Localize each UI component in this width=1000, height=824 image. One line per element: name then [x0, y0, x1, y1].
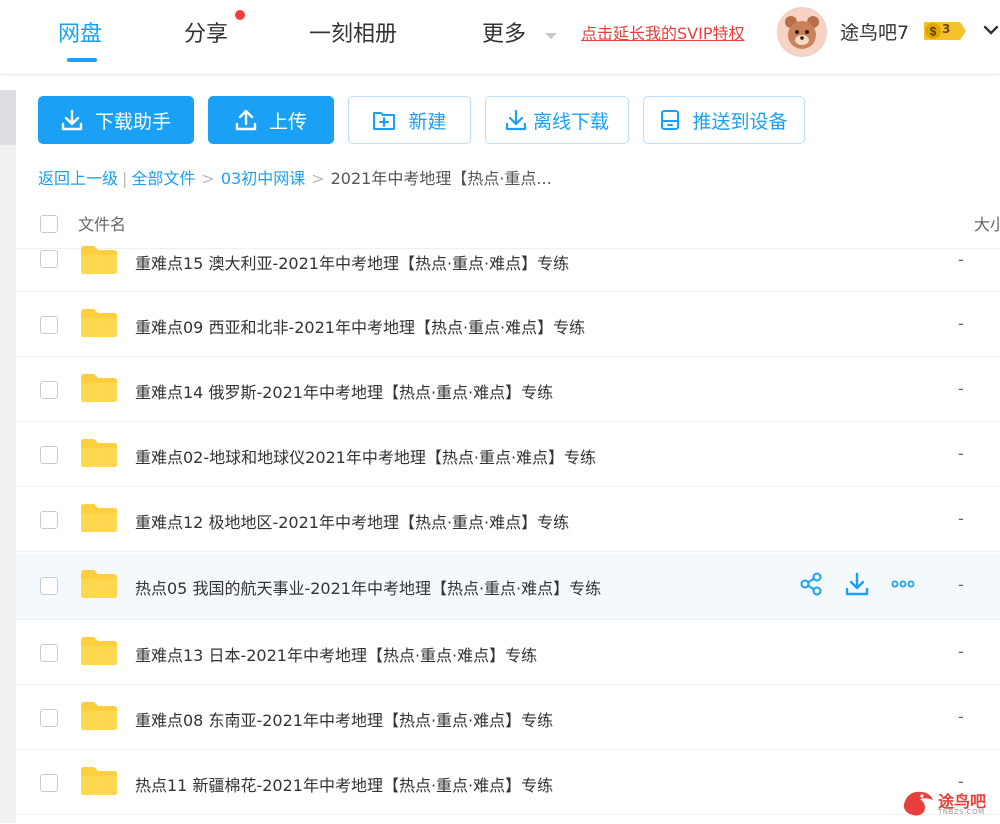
file-size: -: [958, 314, 964, 333]
folder-icon: [80, 245, 118, 279]
row-checkbox[interactable]: [40, 446, 58, 464]
file-row[interactable]: 热点11 新疆棉花-2021年中考地理【热点·重点·难点】专练 -: [16, 750, 1000, 815]
folder-icon: [80, 503, 118, 537]
share-icon[interactable]: [798, 571, 824, 597]
file-row-hovered[interactable]: 热点05 我国的航天事业-2021年中考地理【热点·重点·难点】专练 -: [16, 553, 1000, 620]
file-row[interactable]: 重难点12 极地地区-2021年中考地理【热点·重点·难点】专练 -: [16, 487, 1000, 552]
file-name[interactable]: 热点05 我国的航天事业-2021年中考地理【热点·重点·难点】专练: [135, 575, 601, 599]
nav-active-indicator: [67, 58, 97, 62]
breadcrumb-chevron-icon: >: [311, 169, 325, 188]
device-icon: [660, 109, 680, 131]
folder-icon: [80, 636, 118, 670]
download-helper-button[interactable]: 下载助手: [38, 96, 194, 144]
folder-icon: [80, 701, 118, 735]
breadcrumb-current: 2021年中考地理【热点·重点...: [330, 169, 552, 188]
file-name[interactable]: 热点11 新疆棉花-2021年中考地理【热点·重点·难点】专练: [135, 772, 553, 796]
file-name[interactable]: 重难点14 俄罗斯-2021年中考地理【热点·重点·难点】专练: [135, 379, 553, 403]
row-checkbox[interactable]: [40, 644, 58, 662]
breadcrumb-divider: |: [122, 169, 128, 188]
watermark-subtext: TNBZS.COM: [938, 808, 985, 816]
download-helper-label: 下载助手: [94, 110, 171, 133]
upload-button[interactable]: 上传: [208, 96, 334, 144]
file-row[interactable]: 重难点02-地球和地球仪2021年中考地理【热点·重点·难点】专练 -: [16, 422, 1000, 487]
nav-tab-share[interactable]: 分享: [184, 16, 228, 48]
folder-icon: [80, 569, 118, 603]
row-checkbox[interactable]: [40, 316, 58, 334]
nav-tab-netdisk[interactable]: 网盘: [58, 16, 102, 48]
row-checkbox[interactable]: [40, 511, 58, 529]
nav-tab-more[interactable]: 更多: [482, 16, 526, 48]
notification-dot: [235, 10, 245, 20]
upload-icon: [235, 109, 257, 131]
file-row[interactable]: 重难点08 东南亚-2021年中考地理【热点·重点·难点】专练 -: [16, 685, 1000, 750]
file-size: -: [958, 444, 964, 463]
username[interactable]: 途鸟吧7: [840, 18, 909, 45]
more-options-icon[interactable]: [890, 571, 916, 597]
user-menu-chevron-icon[interactable]: [983, 22, 999, 41]
row-checkbox[interactable]: [40, 709, 58, 727]
avatar[interactable]: [777, 7, 827, 57]
file-name[interactable]: 重难点15 澳大利亚-2021年中考地理【热点·重点·难点】专练: [135, 250, 569, 274]
bird-logo-icon: [903, 791, 933, 816]
folder-icon: [80, 308, 118, 342]
file-list: 重难点15 澳大利亚-2021年中考地理【热点·重点·难点】专练 - 重难点09…: [16, 225, 1000, 823]
offline-download-icon: [505, 109, 527, 131]
row-checkbox[interactable]: [40, 774, 58, 792]
breadcrumb-all-files-link[interactable]: 全部文件: [131, 169, 195, 188]
folder-icon: [80, 766, 118, 800]
watermark: 途鸟吧 TNBZS.COM: [900, 786, 996, 820]
file-size: -: [958, 707, 964, 726]
row-checkbox[interactable]: [40, 577, 58, 595]
svip-extend-link[interactable]: 点击延长我的SVIP特权: [581, 20, 744, 44]
file-row[interactable]: 重难点13 日本-2021年中考地理【热点·重点·难点】专练 -: [16, 620, 1000, 685]
upload-label: 上传: [268, 110, 307, 133]
breadcrumb-back-link[interactable]: 返回上一级: [38, 169, 118, 188]
file-name[interactable]: 重难点13 日本-2021年中考地理【热点·重点·难点】专练: [135, 642, 537, 666]
file-name[interactable]: 重难点02-地球和地球仪2021年中考地理【热点·重点·难点】专练: [135, 444, 596, 468]
breadcrumb-folder-link[interactable]: 03初中网课: [221, 169, 305, 188]
download-icon: [61, 109, 83, 131]
file-size: -: [958, 379, 964, 398]
file-row[interactable]: 重难点09 西亚和北非-2021年中考地理【热点·重点·难点】专练 -: [16, 292, 1000, 357]
file-name[interactable]: 重难点08 东南亚-2021年中考地理【热点·重点·难点】专练: [135, 707, 553, 731]
folder-icon: [80, 438, 118, 472]
breadcrumb-chevron-icon: >: [201, 169, 215, 188]
row-actions: [798, 571, 916, 597]
file-row[interactable]: 重难点14 俄罗斯-2021年中考地理【热点·重点·难点】专练 -: [16, 357, 1000, 422]
file-row[interactable]: 重难点15 澳大利亚-2021年中考地理【热点·重点·难点】专练 -: [16, 225, 1000, 292]
new-folder-label: 新建: [408, 110, 447, 133]
file-size: -: [958, 509, 964, 528]
breadcrumb: 返回上一级 | 全部文件 >03初中网课 >2021年中考地理【热点·重点...: [38, 165, 552, 189]
file-name[interactable]: 重难点12 极地地区-2021年中考地理【热点·重点·难点】专练: [135, 509, 569, 533]
nav-tab-album[interactable]: 一刻相册: [309, 16, 397, 48]
bear-avatar-icon: [779, 9, 825, 55]
chevron-down-icon[interactable]: [543, 26, 559, 45]
download-icon[interactable]: [844, 571, 870, 597]
vip-level: 3: [942, 22, 951, 36]
svip-badge-symbol: $: [930, 25, 937, 39]
top-navigation: 网盘 分享 一刻相册 更多 点击延长我的SVIP特权 途鸟吧7 $ 3: [0, 0, 1000, 75]
new-folder-button[interactable]: 新建: [348, 96, 471, 144]
offline-download-button[interactable]: 离线下载: [485, 96, 629, 144]
push-to-device-button[interactable]: 推送到设备: [643, 96, 805, 144]
row-checkbox[interactable]: [40, 381, 58, 399]
file-name[interactable]: 重难点09 西亚和北非-2021年中考地理【热点·重点·难点】专练: [135, 314, 585, 338]
push-to-device-label: 推送到设备: [692, 110, 788, 133]
offline-download-label: 离线下载: [532, 110, 609, 133]
file-size: -: [958, 575, 964, 594]
new-folder-icon: [372, 109, 396, 131]
left-sidebar-edge: [0, 90, 16, 823]
file-size: -: [958, 642, 964, 661]
folder-icon: [80, 373, 118, 407]
row-checkbox[interactable]: [40, 250, 58, 268]
file-size: -: [958, 250, 964, 269]
